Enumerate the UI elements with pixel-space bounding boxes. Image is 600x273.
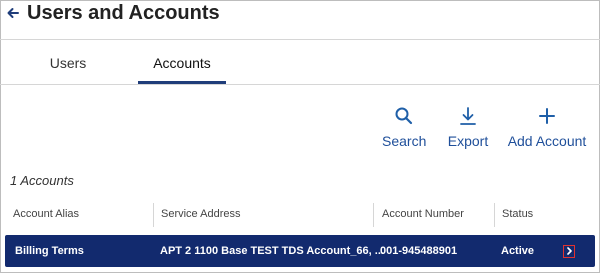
column-header-account-number[interactable]: Account Number bbox=[373, 203, 464, 227]
search-button[interactable]: Search bbox=[382, 106, 426, 149]
plus-icon bbox=[537, 106, 557, 126]
chevron-right-icon[interactable] bbox=[563, 245, 575, 258]
tab-bar: Users Accounts bbox=[0, 41, 600, 85]
download-icon bbox=[458, 106, 478, 126]
page-header: Users and Accounts bbox=[0, 0, 600, 40]
column-header-status[interactable]: Status bbox=[494, 203, 533, 227]
back-arrow-icon[interactable] bbox=[6, 6, 20, 20]
tab-users[interactable]: Users bbox=[28, 41, 108, 83]
tab-accounts[interactable]: Accounts bbox=[138, 41, 226, 84]
export-label: Export bbox=[447, 133, 489, 149]
export-button[interactable]: Export bbox=[445, 106, 491, 149]
cell-service-address: APT 2 1100 Base TEST TDS Account_66, ... bbox=[160, 245, 384, 257]
cell-account-number: 001-945488901 bbox=[380, 245, 458, 257]
add-account-label: Add Account bbox=[507, 133, 587, 149]
page-title: Users and Accounts bbox=[27, 2, 220, 24]
column-header-alias[interactable]: Account Alias bbox=[13, 203, 79, 227]
search-label: Search bbox=[382, 133, 427, 149]
accounts-count: 1 Accounts bbox=[10, 173, 74, 188]
table-row[interactable]: Billing Terms APT 2 1100 Base TEST TDS A… bbox=[5, 235, 595, 267]
cell-status: Active bbox=[501, 245, 535, 257]
search-icon bbox=[394, 106, 414, 126]
column-header-service-address[interactable]: Service Address bbox=[153, 203, 240, 227]
table-header: Account Alias Service Address Account Nu… bbox=[0, 203, 600, 227]
cell-account-alias: Billing Terms bbox=[15, 245, 84, 257]
add-account-button[interactable]: Add Account bbox=[506, 106, 588, 149]
